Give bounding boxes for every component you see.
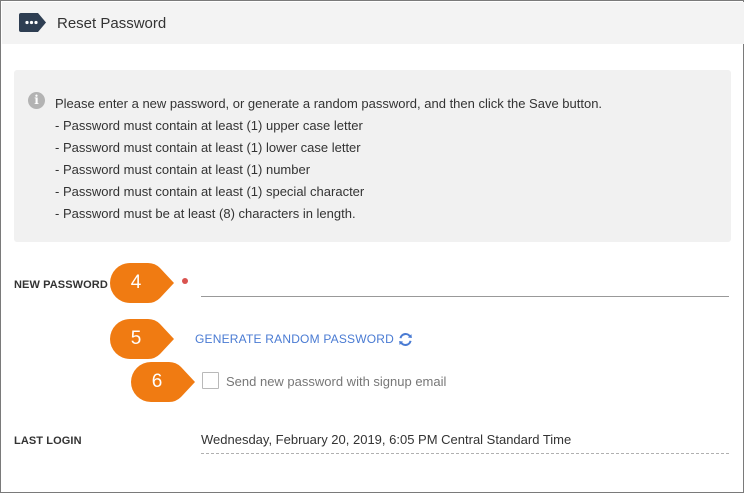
dialog-header: Reset Password [2, 2, 744, 44]
callout-number: 5 [130, 328, 142, 349]
requirement-item: - Password must be at least (8) characte… [55, 206, 356, 221]
requirement-item: - Password must contain at least (1) low… [55, 140, 361, 155]
generate-random-password-link[interactable]: GENERATE RANDOM PASSWORD [195, 332, 394, 346]
new-password-input[interactable] [201, 271, 729, 297]
refresh-icon[interactable] [398, 332, 413, 347]
info-instruction: Please enter a new password, or generate… [55, 96, 603, 111]
new-password-label: NEW PASSWORD [14, 279, 108, 291]
callout-number: 4 [130, 272, 142, 293]
info-icon: i [28, 92, 45, 109]
callout-marker: 5 [110, 319, 176, 359]
requirement-item: - Password must contain at least (1) num… [55, 162, 311, 177]
signup-email-checkbox[interactable] [202, 372, 219, 389]
required-indicator [182, 278, 188, 284]
ellipsis-tag-icon [19, 13, 46, 32]
callout-marker: 4 [110, 263, 176, 303]
signup-email-checkbox-label[interactable]: Send new password with signup email [226, 374, 446, 389]
requirements-list: Please enter a new password, or generate… [55, 93, 602, 225]
callout-number: 6 [151, 371, 163, 392]
callout-marker: 6 [131, 362, 197, 402]
requirement-item: - Password must contain at least (1) upp… [55, 118, 363, 133]
requirement-item: - Password must contain at least (1) spe… [55, 184, 365, 199]
page-title: Reset Password [57, 15, 167, 32]
last-login-value: Wednesday, February 20, 2019, 6:05 PM Ce… [201, 432, 572, 447]
last-login-underline [201, 453, 729, 454]
dialog-frame: Reset Password i Please enter a new pass… [0, 0, 744, 493]
password-requirements-box: i Please enter a new password, or genera… [14, 70, 731, 242]
last-login-label: LAST LOGIN [14, 435, 82, 447]
